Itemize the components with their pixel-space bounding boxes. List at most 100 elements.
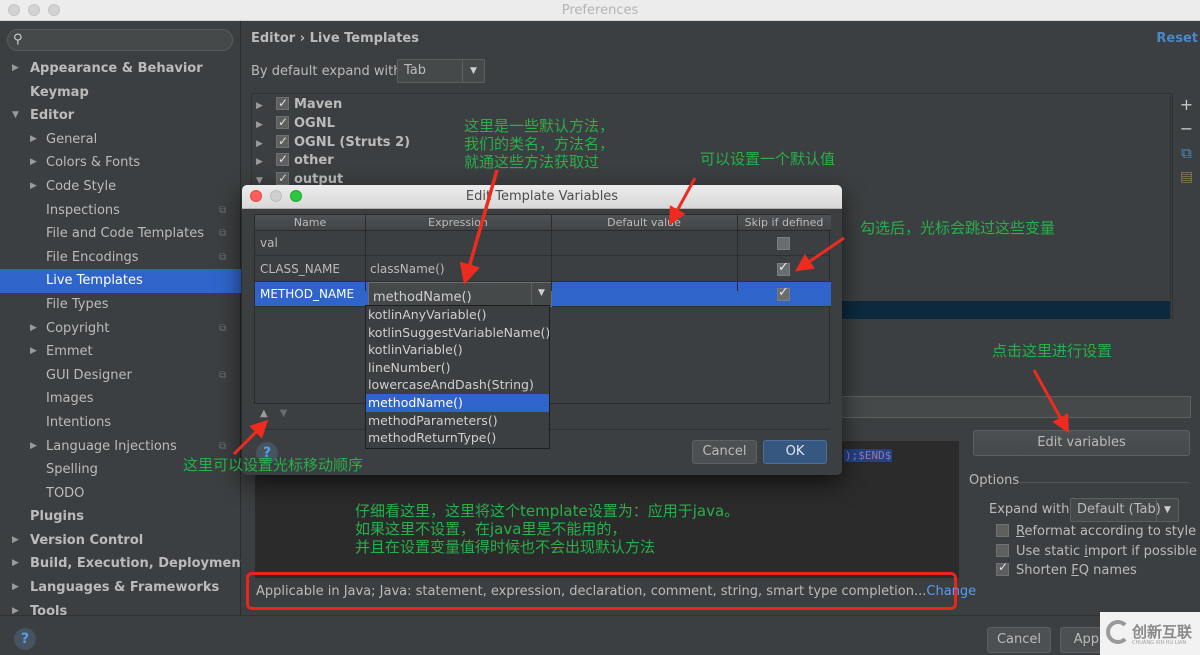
sidebar-item-copyright[interactable]: ▶ Copyright ⧉	[0, 317, 241, 341]
template-group-row[interactable]: ▶ OGNL	[256, 113, 335, 134]
expression-combo-input[interactable]: methodName() ▼	[368, 282, 552, 307]
column-header-default-value[interactable]: Default value	[551, 216, 737, 229]
help-button[interactable]: ?	[14, 628, 36, 650]
sidebar-item-appearance-behavior[interactable]: ▶ Appearance & Behavior	[0, 57, 241, 81]
column-header-expression[interactable]: Expression	[365, 216, 551, 229]
settings-search-input[interactable]: ⚲	[7, 29, 233, 51]
collapsed-arrow-icon[interactable]: ▶	[30, 175, 37, 198]
variable-name-cell[interactable]: METHOD_NAME	[255, 282, 365, 307]
reset-link[interactable]: Reset	[1156, 31, 1198, 46]
sidebar-item-file-and-code-templates[interactable]: File and Code Templates ⧉	[0, 222, 241, 246]
variable-default-value-cell[interactable]	[551, 257, 737, 282]
sidebar-item-plugins[interactable]: Plugins	[0, 505, 241, 529]
collapsed-arrow-icon[interactable]: ▶	[256, 116, 276, 134]
sidebar-item-build-execution-deployment[interactable]: ▶ Build, Execution, Deployment	[0, 552, 247, 576]
sidebar-item-label: Plugins	[30, 509, 84, 525]
variable-default-value-cell[interactable]	[551, 282, 737, 307]
sidebar-item-keymap[interactable]: Keymap	[0, 81, 241, 105]
sidebar-item-editor[interactable]: ▼ Editor	[0, 104, 241, 128]
checkbox-box[interactable]	[996, 560, 1009, 576]
skip-if-defined-checkbox[interactable]	[777, 260, 790, 276]
sidebar-item-gui-designer[interactable]: GUI Designer ⧉	[0, 364, 241, 388]
collapsed-arrow-icon[interactable]: ▶	[30, 317, 37, 340]
sidebar-item-inspections[interactable]: Inspections ⧉	[0, 199, 241, 223]
expression-option[interactable]: kotlinVariable()	[366, 341, 549, 359]
collapsed-arrow-icon[interactable]: ▶	[12, 529, 19, 552]
sidebar-item-language-injections[interactable]: ▶ Language Injections ⧉	[0, 435, 241, 459]
sidebar-item-live-templates[interactable]: Live Templates	[0, 269, 241, 293]
collapsed-arrow-icon[interactable]: ▶	[30, 435, 37, 458]
collapsed-arrow-icon[interactable]: ▶	[12, 57, 19, 80]
expression-option[interactable]: lineNumber()	[366, 359, 549, 377]
description-field[interactable]	[841, 396, 1191, 418]
expand-with-select[interactable]: Tab ▼	[397, 59, 485, 83]
variable-row[interactable]: METHOD_NAME methodName() ▼	[255, 282, 831, 307]
reformat-checkbox[interactable]: Reformat according to style	[996, 524, 1196, 539]
collapsed-arrow-icon[interactable]: ▶	[256, 97, 276, 115]
variable-row[interactable]: CLASS_NAME className()	[255, 257, 831, 282]
sidebar-item-label: General	[46, 131, 98, 147]
options-expand-select[interactable]: Default (Tab) ▼	[1070, 498, 1179, 522]
add-icon[interactable]: +	[1173, 93, 1200, 117]
collapsed-arrow-icon[interactable]: ▶	[12, 576, 19, 599]
sidebar-item-emmet[interactable]: ▶ Emmet	[0, 340, 241, 364]
sidebar-item-code-style[interactable]: ▶ Code Style	[0, 175, 241, 199]
sidebar-item-file-types[interactable]: File Types	[0, 293, 241, 317]
column-header-name[interactable]: Name	[255, 216, 365, 229]
skip-if-defined-checkbox[interactable]	[777, 237, 790, 250]
collapsed-arrow-icon[interactable]: ▶	[256, 153, 276, 171]
checkbox-box[interactable]	[996, 544, 1009, 557]
checkbox-box[interactable]	[996, 524, 1009, 537]
sidebar-item-languages-frameworks[interactable]: ▶ Languages & Frameworks	[0, 576, 241, 600]
expression-option[interactable]: methodReturnType()	[366, 429, 549, 447]
collapsed-arrow-icon[interactable]: ▶	[30, 151, 37, 174]
cancel-button[interactable]: Cancel	[987, 627, 1051, 653]
group-enabled-checkbox[interactable]	[276, 113, 289, 131]
sidebar-item-colors-fonts[interactable]: ▶ Colors & Fonts	[0, 151, 241, 175]
move-down-icon[interactable]: ▼	[280, 408, 288, 419]
dialog-cancel-button[interactable]: Cancel	[692, 440, 757, 464]
expression-dropdown-list[interactable]: kotlinAnyVariable() kotlinSuggestVariable…	[365, 305, 550, 449]
sidebar-item-images[interactable]: Images	[0, 387, 241, 411]
template-group-row[interactable]: ▶ other	[256, 150, 334, 171]
template-group-row[interactable]: ▶ Maven	[256, 94, 342, 115]
expression-option[interactable]: kotlinSuggestVariableName()	[366, 324, 549, 342]
variable-expression-cell[interactable]: className()	[365, 257, 551, 282]
sidebar-item-todo[interactable]: TODO	[0, 482, 241, 506]
variable-name-cell[interactable]: val	[255, 231, 365, 256]
skip-if-defined-checkbox[interactable]	[777, 285, 790, 301]
column-header-skip-if-defined[interactable]: Skip if defined	[737, 216, 831, 229]
sidebar-item-label: Intentions	[46, 414, 112, 430]
copy-icon[interactable]: ⧉	[1173, 141, 1200, 165]
group-icon[interactable]: ▤	[1173, 165, 1200, 189]
chevron-down-icon[interactable]: ▼	[531, 283, 551, 306]
variable-name-cell[interactable]: CLASS_NAME	[255, 257, 365, 282]
sidebar-item-version-control[interactable]: ▶ Version Control	[0, 529, 241, 553]
collapsed-arrow-icon[interactable]: ▶	[12, 552, 19, 575]
dialog-ok-button[interactable]: OK	[763, 440, 827, 464]
variable-expression-cell[interactable]	[365, 231, 551, 256]
variable-row[interactable]: val	[255, 231, 831, 256]
group-enabled-checkbox[interactable]	[276, 150, 289, 168]
group-enabled-checkbox[interactable]	[276, 169, 289, 187]
static-import-checkbox[interactable]: Use static import if possible	[996, 544, 1197, 559]
edit-variables-button[interactable]: Edit variables	[973, 430, 1190, 456]
move-up-icon[interactable]: ▲	[260, 408, 268, 419]
collapsed-arrow-icon[interactable]: ▶	[256, 135, 276, 153]
expression-option[interactable]: methodParameters()	[366, 412, 549, 430]
shorten-fq-checkbox[interactable]: Shorten FQ names	[996, 560, 1137, 578]
variable-default-value-cell[interactable]	[551, 231, 737, 256]
expression-option[interactable]: methodName()	[366, 393, 549, 412]
group-enabled-checkbox[interactable]	[276, 132, 289, 150]
sidebar-item-intentions[interactable]: Intentions	[0, 411, 241, 435]
collapsed-arrow-icon[interactable]: ▶	[30, 340, 37, 363]
expression-option[interactable]: kotlinAnyVariable()	[366, 306, 549, 324]
sidebar-item-file-encodings[interactable]: File Encodings ⧉	[0, 246, 241, 270]
expression-option[interactable]: lowercaseAndDash(String)	[366, 376, 549, 394]
collapsed-arrow-icon[interactable]: ▶	[30, 128, 37, 151]
remove-icon[interactable]: −	[1173, 117, 1200, 141]
change-context-link[interactable]: Change	[926, 584, 976, 599]
expanded-arrow-icon[interactable]: ▼	[12, 104, 19, 127]
sidebar-item-general[interactable]: ▶ General	[0, 128, 241, 152]
group-enabled-checkbox[interactable]	[276, 94, 289, 112]
